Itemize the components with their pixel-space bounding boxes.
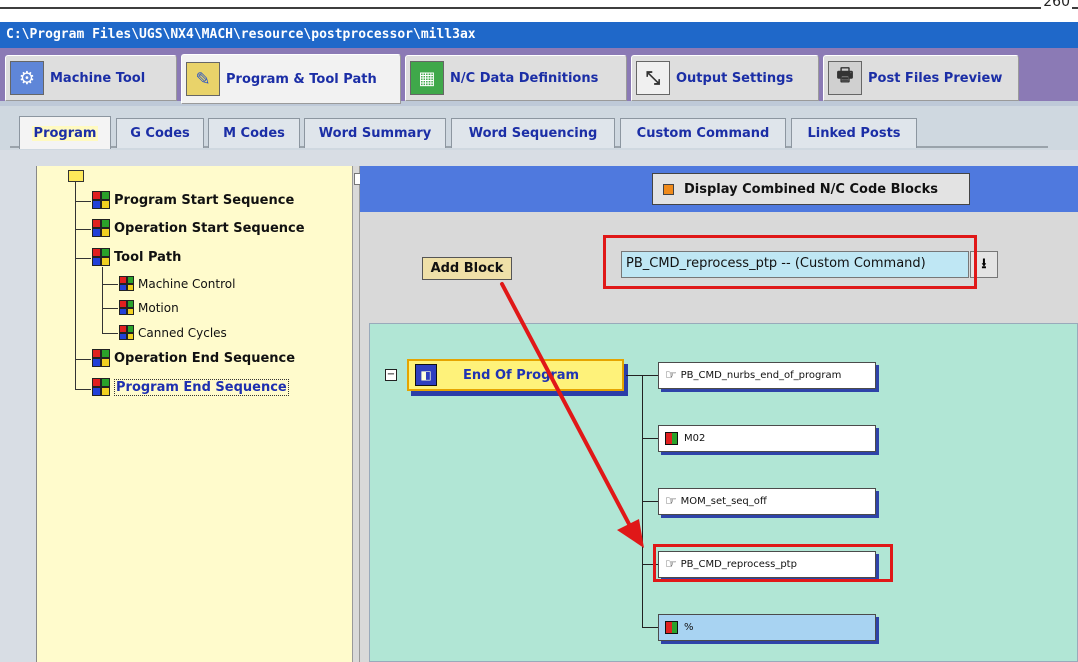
sequence-cube-icon [119,325,134,340]
program-toolpath-icon: ✎ [186,62,220,96]
tab-label: Program [31,125,99,141]
panel-splitter[interactable] [352,166,360,662]
tree-connector [102,267,103,334]
sequence-cube-icon [119,300,134,315]
page-rule [0,7,1078,9]
tab-label: Word Sequencing [468,126,598,141]
block-cube-icon [665,621,678,634]
tree-item-label: Canned Cycles [138,325,227,340]
tab-label: Program & Tool Path [226,71,377,87]
folder-icon[interactable] [68,170,84,182]
display-combined-label: Display Combined N/C Code Blocks [684,181,939,197]
tab-m-codes[interactable]: M Codes [208,118,300,148]
tree-connector [102,284,118,285]
block-label: MOM_set_seq_off [680,496,767,507]
block-label: PB_CMD_nurbs_end_of_program [680,370,842,381]
tab-post-files-preview[interactable]: 🖶 Post Files Preview [823,55,1019,101]
tab-machine-tool[interactable]: ⚙ Machine Tool [5,55,177,101]
block-label: M02 [684,433,706,444]
tree-connector [75,258,91,259]
tab-output-settings[interactable]: ⤡ Output Settings [631,55,819,101]
block-label: % [684,622,694,633]
tab-label: Linked Posts [807,126,901,141]
block-mom-set-seq-off[interactable]: ☞ MOM_set_seq_off [658,488,876,515]
canvas-connector [642,438,658,439]
tab-word-sequencing[interactable]: Word Sequencing [451,118,615,148]
path-bar: C:\Program Files\UGS\NX4\MACH\resource\p… [0,22,1078,48]
event-icon: ◧ [415,364,437,386]
end-of-program-event[interactable]: ◧ End Of Program [407,359,624,391]
sequence-cube-icon [119,276,134,291]
tab-label: Machine Tool [50,70,146,86]
tab-linked-posts[interactable]: Linked Posts [791,118,917,148]
sequence-cube-icon [92,191,110,209]
tree-connector [75,359,91,360]
tab-label: Output Settings [676,70,794,86]
sequence-cube-icon [92,248,110,266]
sub-tab-strip: Program G Codes M Codes Word Summary Wor… [0,106,1078,150]
tree-item-label: Machine Control [138,276,236,291]
output-settings-icon: ⤡ [636,61,670,95]
annotation-highlight-box [603,235,977,289]
add-block-button[interactable]: Add Block [422,257,512,280]
tree-item-label: Operation Start Sequence [114,220,305,236]
tab-label: G Codes [130,126,190,141]
post-files-preview-icon: 🖶 [828,61,862,95]
canvas-connector [642,627,658,628]
machine-tool-icon: ⚙ [10,61,44,95]
nc-data-icon: ▦ [410,61,444,95]
sequence-tree-panel: Program Start Sequence Operation Start S… [36,166,352,662]
tab-program[interactable]: Program [19,116,111,149]
canvas-connector [626,375,642,376]
hand-pointer-icon: ☞ [665,494,677,509]
sequence-cube-icon [92,349,110,367]
event-label: End Of Program [463,367,580,383]
page-top-strip: 260 [0,0,1078,22]
tree-connector [75,389,91,390]
block-pb-cmd-nurbs-end-of-program[interactable]: ☞ PB_CMD_nurbs_end_of_program [658,362,876,389]
sequence-cube-icon [92,378,110,396]
tree-connector [102,333,118,334]
tab-word-summary[interactable]: Word Summary [304,118,446,148]
canvas-connector [642,501,658,502]
tree-connector [75,229,91,230]
display-combined-toggle[interactable]: Display Combined N/C Code Blocks [652,173,970,205]
tree-item-operation-end-sequence[interactable]: Operation End Sequence [92,349,295,367]
tab-program-tool-path[interactable]: ✎ Program & Tool Path [181,54,401,104]
tree-item-program-start-sequence[interactable]: Program Start Sequence [92,191,294,209]
block-cube-icon [665,432,678,445]
collapse-toggle-icon[interactable]: − [385,369,397,381]
tab-nc-data-definitions[interactable]: ▦ N/C Data Definitions [405,55,627,101]
tree-item-motion[interactable]: Motion [119,300,179,315]
canvas-connector [642,375,658,376]
block-percent[interactable]: % [658,614,876,641]
tree-item-label: Operation End Sequence [114,350,296,366]
main-tab-strip: ⚙ Machine Tool ✎ Program & Tool Path ▦ N… [0,48,1078,106]
tree-connector [102,308,118,309]
block-m02[interactable]: M02 [658,425,876,452]
tab-label: Post Files Preview [868,70,1003,86]
tree-item-program-end-sequence[interactable]: Program End Sequence [92,378,289,396]
tree-item-tool-path[interactable]: Tool Path [92,248,181,266]
tree-item-label: Motion [138,300,179,315]
checkbox-indicator [663,183,674,195]
page-number: 260 [1041,0,1072,10]
tab-label: Custom Command [636,126,770,141]
tab-label: N/C Data Definitions [450,70,599,86]
sequence-cube-icon [92,219,110,237]
tab-custom-command[interactable]: Custom Command [620,118,786,148]
tab-label: Word Summary [318,126,432,141]
tree-item-label: Program End Sequence [114,378,289,396]
tree-connector [75,201,91,202]
tree-item-label: Program Start Sequence [114,192,295,208]
tree-item-label: Tool Path [114,249,182,265]
tab-g-codes[interactable]: G Codes [116,118,204,148]
annotation-highlight-box [653,544,893,582]
tree-item-canned-cycles[interactable]: Canned Cycles [119,325,227,340]
tab-label: M Codes [223,126,285,141]
hand-pointer-icon: ☞ [665,368,677,383]
tree-item-operation-start-sequence[interactable]: Operation Start Sequence [92,219,305,237]
tree-item-machine-control[interactable]: Machine Control [119,276,235,291]
